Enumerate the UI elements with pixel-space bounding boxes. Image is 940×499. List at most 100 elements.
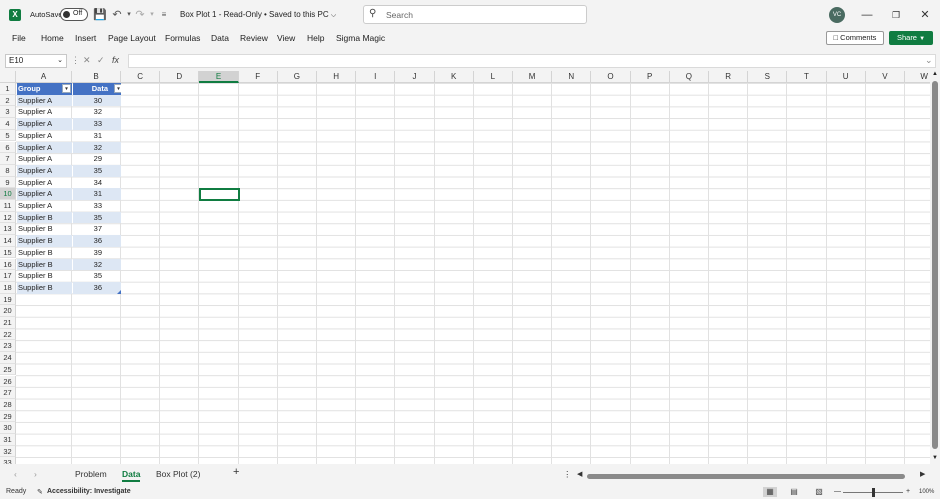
table-cell-group[interactable]: Supplier A: [17, 200, 72, 212]
row-header[interactable]: 17: [0, 270, 16, 282]
horizontal-scroll-thumb[interactable]: [587, 474, 905, 479]
row-header[interactable]: 12: [0, 211, 16, 224]
row-header[interactable]: 7: [0, 153, 16, 165]
minimize-icon[interactable]: —: [860, 8, 874, 22]
cancel-icon[interactable]: ✕: [83, 55, 91, 66]
normal-view-icon[interactable]: ▦: [763, 487, 777, 497]
column-header-c[interactable]: C: [121, 71, 161, 83]
filter-dropdown-icon[interactable]: ▾: [114, 84, 121, 93]
table-cell-data[interactable]: 36: [73, 235, 121, 247]
table-cell-data[interactable]: 32: [73, 141, 121, 154]
column-header-u[interactable]: U: [826, 71, 866, 83]
restore-icon[interactable]: ❐: [889, 8, 903, 22]
row-header[interactable]: 28: [0, 398, 16, 411]
menu-data[interactable]: Data: [211, 33, 229, 43]
table-cell-group[interactable]: Supplier A: [17, 106, 72, 118]
table-cell-group[interactable]: Supplier B: [17, 211, 72, 224]
column-header-s[interactable]: S: [748, 71, 788, 83]
accessibility-status[interactable]: Accessibility: Investigate: [47, 488, 131, 495]
row-header[interactable]: 9: [0, 176, 16, 189]
comments-button[interactable]: □ Comments: [826, 31, 884, 45]
row-header[interactable]: 24: [0, 352, 16, 364]
table-cell-data[interactable]: 35: [73, 270, 121, 282]
row-header[interactable]: 5: [0, 129, 16, 142]
row-header[interactable]: 14: [0, 235, 16, 247]
column-header-k[interactable]: K: [434, 71, 474, 83]
vertical-scroll-thumb[interactable]: [932, 81, 938, 449]
row-header[interactable]: 6: [0, 141, 16, 154]
table-cell-group[interactable]: Supplier A: [17, 94, 72, 107]
menu-review[interactable]: Review: [240, 33, 268, 43]
row-header[interactable]: 10: [0, 188, 16, 200]
row-header[interactable]: 18: [0, 281, 16, 294]
expand-formula-icon[interactable]: ⌄: [925, 55, 933, 66]
more-options-icon[interactable]: ⋮: [563, 469, 572, 480]
table-cell-group[interactable]: Supplier A: [17, 118, 72, 130]
table-cell-data[interactable]: 35: [73, 164, 121, 177]
more-icon[interactable]: ⋮: [71, 55, 80, 66]
spreadsheet-grid[interactable]: ABCDEFGHIJKLMNOPQRSTUVW 1 2 3 4 5 6 7 8 9 10 11 12 1…: [0, 71, 930, 464]
table-cell-group[interactable]: Supplier B: [17, 235, 72, 247]
selected-cell[interactable]: [199, 188, 240, 202]
row-header[interactable]: 30: [0, 422, 16, 434]
column-header-n[interactable]: N: [552, 71, 592, 83]
row-header[interactable]: 32: [0, 445, 16, 458]
column-header-q[interactable]: Q: [669, 71, 709, 83]
row-header[interactable]: 4: [0, 118, 16, 130]
menu-view[interactable]: View: [277, 33, 295, 43]
zoom-level[interactable]: 100%: [919, 489, 934, 495]
row-header[interactable]: 33: [0, 457, 16, 464]
column-header-h[interactable]: H: [317, 71, 357, 83]
filter-dropdown-icon[interactable]: ▾: [62, 84, 71, 93]
table-cell-data[interactable]: 36: [73, 281, 121, 294]
column-header-b[interactable]: B: [72, 71, 121, 83]
table-header-group[interactable]: Group ▾: [17, 83, 72, 95]
scroll-left-icon[interactable]: ◀: [577, 470, 582, 478]
name-box[interactable]: E10 ⌄: [5, 54, 67, 68]
share-button[interactable]: Share ▼: [889, 31, 933, 45]
row-header[interactable]: 20: [0, 305, 16, 317]
table-cell-group[interactable]: Supplier B: [17, 258, 72, 271]
column-header-r[interactable]: R: [709, 71, 749, 83]
formula-input[interactable]: [128, 54, 936, 68]
row-header[interactable]: 29: [0, 410, 16, 423]
column-header-j[interactable]: J: [395, 71, 435, 83]
row-header[interactable]: 25: [0, 363, 16, 376]
table-cell-group[interactable]: Supplier B: [17, 281, 72, 294]
menu-help[interactable]: Help: [307, 33, 324, 43]
row-header[interactable]: 2: [0, 94, 16, 107]
prev-sheet-icon[interactable]: ‹: [14, 469, 17, 479]
zoom-slider-knob[interactable]: [872, 488, 875, 497]
column-header-e[interactable]: E: [199, 71, 239, 83]
close-icon[interactable]: ✕: [918, 8, 932, 22]
menu-page-layout[interactable]: Page Layout: [108, 33, 156, 43]
column-header-i[interactable]: I: [356, 71, 396, 83]
row-header[interactable]: 31: [0, 434, 16, 446]
table-cell-data[interactable]: 31: [73, 188, 121, 200]
table-cell-data[interactable]: 29: [73, 153, 121, 165]
zoom-out-icon[interactable]: —: [834, 488, 841, 495]
row-header[interactable]: 27: [0, 387, 16, 399]
table-cell-group[interactable]: Supplier A: [17, 153, 72, 165]
tab-data[interactable]: Data: [122, 469, 141, 482]
column-header-t[interactable]: T: [787, 71, 827, 83]
table-cell-data[interactable]: 35: [73, 211, 121, 224]
column-header-a[interactable]: A: [16, 71, 72, 83]
avatar[interactable]: VC: [829, 7, 845, 23]
table-cell-data[interactable]: 37: [73, 223, 121, 235]
tab-problem[interactable]: Problem: [75, 469, 107, 479]
column-header-d[interactable]: D: [160, 71, 200, 83]
customize-toolbar-icon[interactable]: ≡: [157, 8, 171, 22]
select-all-corner[interactable]: [0, 71, 16, 83]
table-cell-group[interactable]: Supplier A: [17, 130, 72, 142]
table-cell-group[interactable]: Supplier A: [17, 188, 72, 200]
menu-home[interactable]: Home: [41, 33, 64, 43]
insert-function-icon[interactable]: fx: [112, 55, 119, 65]
table-cell-group[interactable]: Supplier A: [17, 141, 72, 154]
row-header[interactable]: 22: [0, 328, 16, 341]
table-cell-group[interactable]: Supplier A: [17, 177, 72, 189]
table-cell-data[interactable]: 32: [73, 106, 121, 118]
zoom-in-icon[interactable]: +: [906, 488, 910, 495]
enter-icon[interactable]: ✓: [97, 55, 105, 66]
table-cell-data[interactable]: 34: [73, 177, 121, 189]
